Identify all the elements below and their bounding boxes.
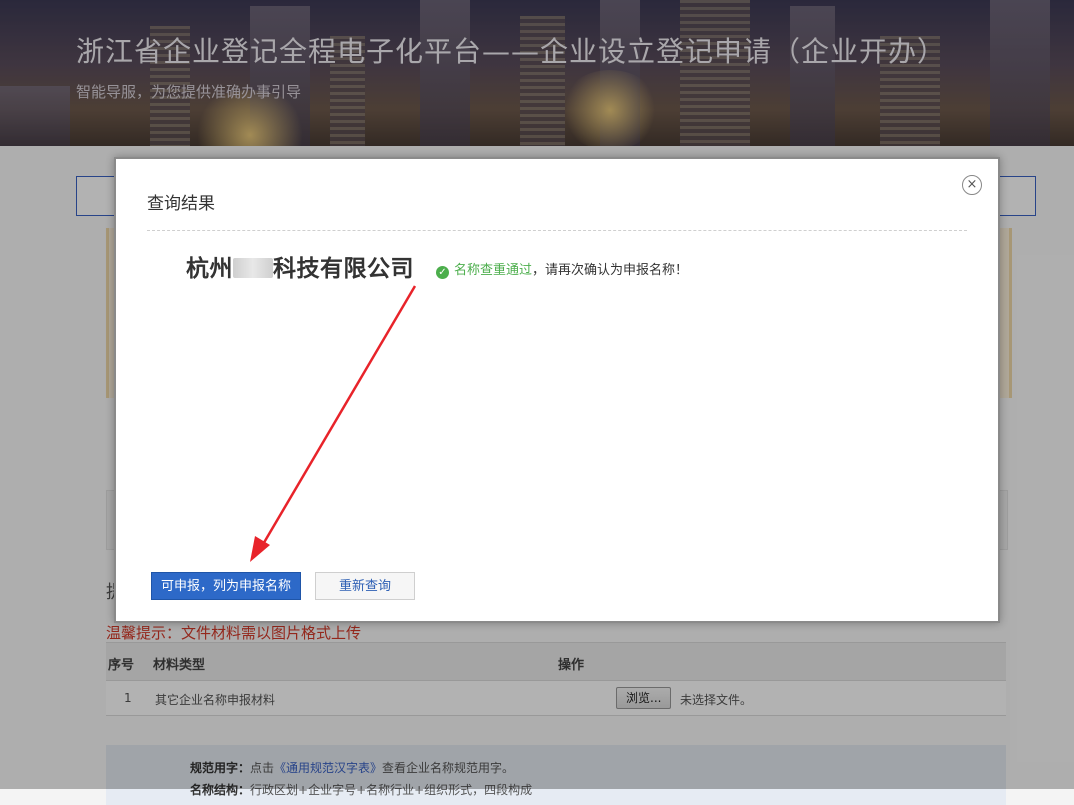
redacted-block — [233, 258, 273, 278]
requery-button[interactable]: 重新查询 — [315, 572, 415, 600]
check-circle-icon: ✓ — [436, 266, 449, 279]
company-name-prefix: 杭州 — [186, 256, 233, 282]
status-confirm-text: ，请再次确认为申报名称！ — [532, 263, 689, 278]
company-name: 杭州 科技有限公司 — [186, 249, 414, 283]
status-pass-text: 名称查重通过 — [454, 263, 533, 278]
close-icon[interactable]: × — [962, 175, 982, 195]
dialog-title: 查询结果 — [147, 194, 215, 214]
dialog-divider — [147, 230, 967, 231]
query-result-dialog: 查询结果 × 杭州 科技有限公司 ✓ 名称查重通过，请再次确认为申报名称！ 可申报，… — [114, 157, 1000, 623]
company-name-suffix: 科技有限公司 — [273, 256, 414, 282]
confirm-declare-button[interactable]: 可申报，列为申报名称 — [151, 572, 301, 600]
check-status: ✓ 名称查重通过，请再次确认为申报名称！ — [436, 259, 688, 279]
